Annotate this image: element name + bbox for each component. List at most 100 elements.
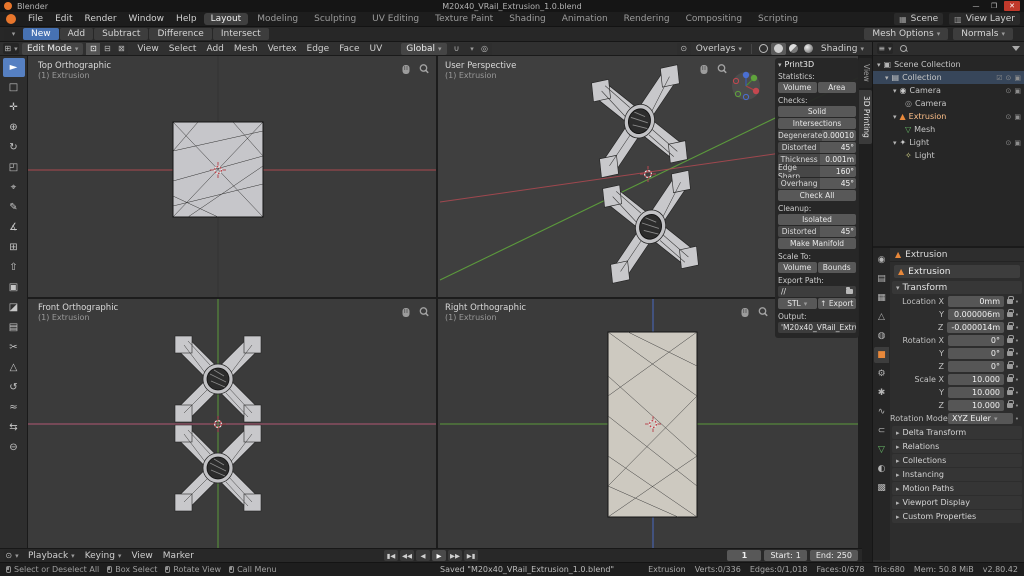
menu-render[interactable]: Render <box>79 14 123 24</box>
section-delta-transform[interactable]: Delta Transform <box>892 426 1022 439</box>
decorator-icon[interactable]: • <box>1013 402 1021 410</box>
outliner-row-camera-data[interactable]: ◎ Camera <box>873 97 1024 110</box>
cleanup-isolated-button[interactable]: Isolated <box>778 214 856 225</box>
tab-view-layer[interactable]: ▦ <box>874 290 889 306</box>
maximize-button[interactable]: ❐ <box>986 1 1002 11</box>
mesh-menu[interactable]: Mesh <box>229 44 263 54</box>
menu-file[interactable]: File <box>22 14 49 24</box>
render-visibility-icon[interactable]: ▣ <box>1014 74 1021 82</box>
mode-selector[interactable]: Edit Mode <box>22 43 83 55</box>
section-instancing[interactable]: Instancing <box>892 468 1022 481</box>
tab-material[interactable]: ◐ <box>874 461 889 477</box>
tool-option-difference-button[interactable]: Difference <box>149 28 211 40</box>
overhang-angle-field[interactable]: 45° <box>820 178 856 189</box>
outliner-row-camera-object[interactable]: ◉ Camera ⊙ ▣ <box>873 84 1024 97</box>
degenerate-threshold-field[interactable]: 0.00010 <box>822 130 856 141</box>
object-name-field[interactable]: ▲ Extrusion <box>894 265 1020 278</box>
lock-icon[interactable] <box>1007 390 1013 395</box>
decorator-icon[interactable]: • <box>1013 350 1021 358</box>
jump-to-start-button[interactable]: ▮◀ <box>384 550 398 561</box>
add-menu[interactable]: Add <box>201 44 228 54</box>
extrude-region-tool[interactable]: ⇧ <box>3 258 25 277</box>
rotation-z-field[interactable]: 0° <box>948 361 1004 372</box>
hide-eye-icon[interactable]: ⊙ <box>1006 74 1012 82</box>
transform-tool[interactable]: ⌖ <box>3 178 25 197</box>
breadcrumb-object-name[interactable]: Extrusion <box>905 250 947 260</box>
edge-sharp-angle-field[interactable]: 160° <box>820 166 856 177</box>
tab-scene[interactable]: △ <box>874 309 889 325</box>
render-visibility-icon[interactable]: ▣ <box>1014 139 1021 147</box>
scale-to-volume-button[interactable]: Volume <box>778 262 817 273</box>
view-layer-selector[interactable]: ▥ View Layer <box>949 13 1020 25</box>
inset-faces-tool[interactable]: ▣ <box>3 278 25 297</box>
decorator-icon[interactable]: • <box>1013 324 1021 332</box>
render-visibility-icon[interactable]: ▣ <box>1014 113 1021 121</box>
check-degenerate-button[interactable]: Degenerate <box>778 130 822 141</box>
location-y-field[interactable]: 0.000006m <box>948 309 1004 320</box>
outliner-row-collection[interactable]: ▤ Collection ☑ ⊙ ▣ <box>873 71 1024 84</box>
location-z-field[interactable]: -0.000014m <box>947 322 1004 333</box>
decorator-icon[interactable]: • <box>1013 337 1021 345</box>
snap-magnet-toggle[interactable]: ∪ <box>450 43 464 55</box>
decorator-icon[interactable]: • <box>1013 415 1021 423</box>
uv-menu[interactable]: UV <box>365 44 388 54</box>
shading-dropdown[interactable]: Shading <box>816 44 869 54</box>
workspace-tab-layout[interactable]: Layout <box>204 13 249 25</box>
filter-funnel-icon[interactable] <box>1012 46 1020 51</box>
volume-button[interactable]: Volume <box>778 82 817 93</box>
playback-menu[interactable]: Playback <box>23 551 80 561</box>
smooth-tool[interactable]: ≈ <box>3 398 25 417</box>
cleanup-distorted-button[interactable]: Distorted <box>778 226 820 237</box>
workspace-tab-scripting[interactable]: Scripting <box>751 13 805 25</box>
tool-option-subtract-button[interactable]: Subtract <box>94 28 148 40</box>
snap-settings-dropdown[interactable] <box>464 43 478 55</box>
navigation-gizmo[interactable] <box>732 72 760 100</box>
edge-menu[interactable]: Edge <box>302 44 335 54</box>
add-cube-tool[interactable]: ⊞ <box>3 238 25 257</box>
extrusion-mesh-top-view[interactable] <box>173 122 263 217</box>
extrusion-mesh-right-view[interactable] <box>608 332 697 517</box>
search-icon[interactable] <box>900 45 907 52</box>
menu-window[interactable]: Window <box>123 14 171 24</box>
scale-to-bounds-button[interactable]: Bounds <box>818 262 857 273</box>
check-edge-sharp-button[interactable]: Edge Sharp <box>778 166 820 177</box>
jump-to-end-button[interactable]: ▶▮ <box>464 550 478 561</box>
timeline-view-menu[interactable]: View <box>126 551 157 561</box>
decorator-icon[interactable]: • <box>1013 311 1021 319</box>
tab-object-data[interactable]: ▽ <box>874 442 889 458</box>
lock-icon[interactable] <box>1007 338 1013 343</box>
decorator-icon[interactable]: • <box>1013 389 1021 397</box>
rendered-shading-button[interactable] <box>801 43 816 55</box>
mesh-options-dropdown[interactable]: Mesh Options <box>864 28 948 40</box>
export-button[interactable]: ↑ Export <box>818 298 857 309</box>
cursor-tool[interactable]: ✛ <box>3 98 25 117</box>
transform-panel-header[interactable]: Transform <box>892 281 1022 294</box>
check-solid-button[interactable]: Solid <box>778 106 856 117</box>
section-motion-paths[interactable]: Motion Paths <box>892 482 1022 495</box>
loop-cut-tool[interactable]: ▤ <box>3 318 25 337</box>
scale-y-field[interactable]: 10.000 <box>948 387 1004 398</box>
lock-icon[interactable] <box>1007 299 1013 304</box>
workspace-tab-rendering[interactable]: Rendering <box>617 13 677 25</box>
rotation-x-field[interactable]: 0° <box>948 335 1004 346</box>
tool-option-add-button[interactable]: Add <box>60 28 93 40</box>
tab-render[interactable]: ◉ <box>874 252 889 268</box>
lock-icon[interactable] <box>1007 351 1013 356</box>
tab-constraints[interactable]: ⊂ <box>874 423 889 439</box>
scale-x-field[interactable]: 10.000 <box>948 374 1004 385</box>
pan-hand-icon[interactable] <box>701 65 708 74</box>
minimize-button[interactable]: — <box>968 1 984 11</box>
pan-hand-icon[interactable] <box>403 308 410 317</box>
edge-select-mode-button[interactable]: ⊟ <box>100 43 114 55</box>
play-reverse-button[interactable]: ◀ <box>416 550 430 561</box>
close-button[interactable]: ✕ <box>1004 1 1020 11</box>
check-intersections-button[interactable]: Intersections <box>778 118 856 129</box>
tab-physics[interactable]: ∿ <box>874 404 889 420</box>
view-menu[interactable]: View <box>132 44 163 54</box>
lock-icon[interactable] <box>1007 312 1013 317</box>
pan-hand-icon[interactable] <box>742 308 749 317</box>
folder-browse-icon[interactable] <box>846 289 853 294</box>
3d-viewport-quad-canvas[interactable] <box>28 56 858 548</box>
export-format-dropdown[interactable]: STL <box>778 298 817 309</box>
frame-end-field[interactable]: End: 250 <box>810 550 858 561</box>
